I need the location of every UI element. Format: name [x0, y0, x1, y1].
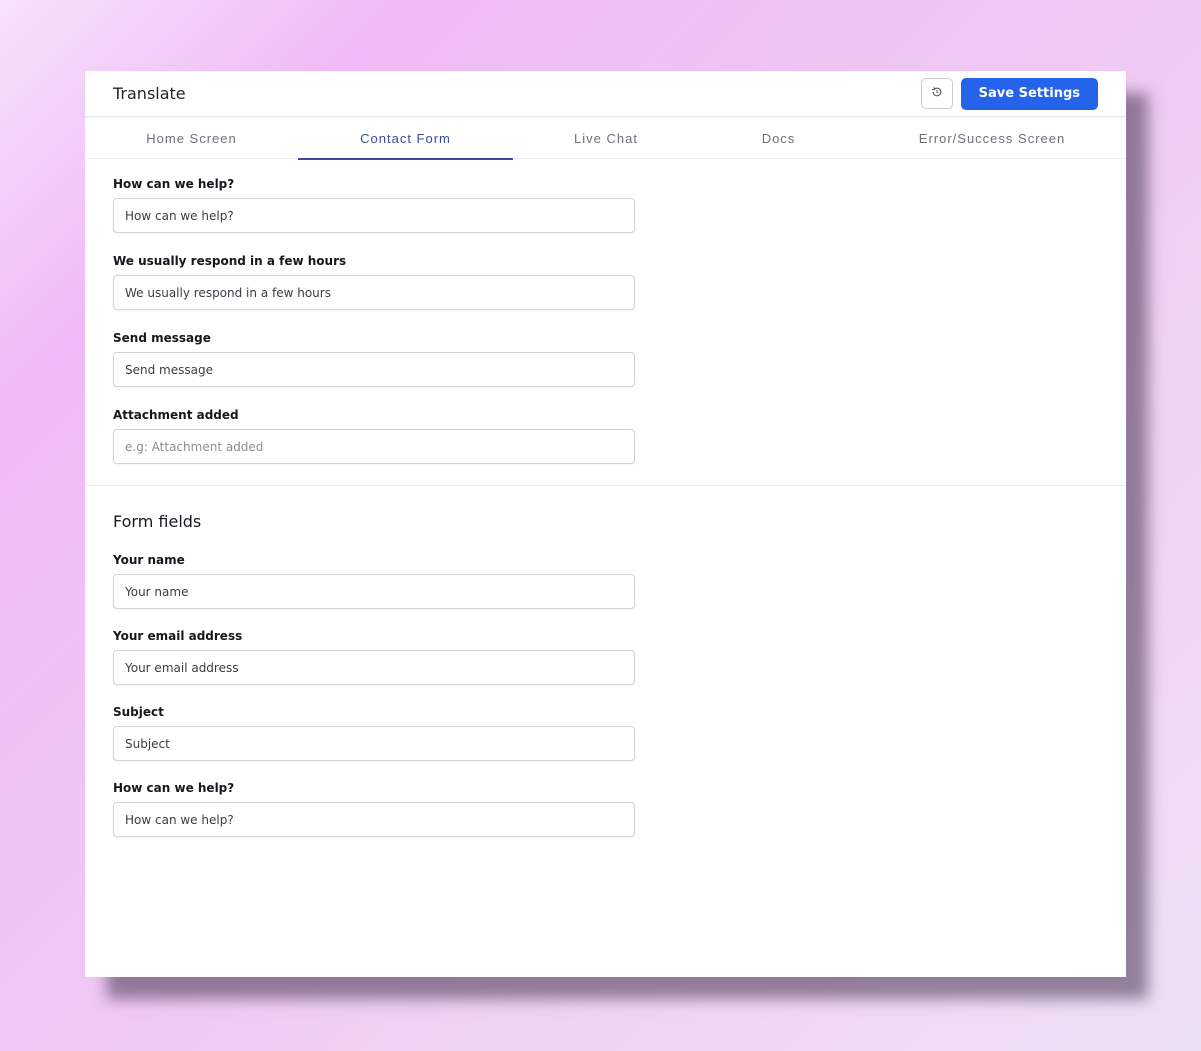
tab-contact-form[interactable]: Contact Form	[298, 117, 513, 160]
field-label: We usually respond in a few hours	[113, 254, 347, 268]
your-email-input[interactable]	[113, 650, 635, 685]
field-label: Send message	[113, 331, 211, 345]
save-settings-button[interactable]: Save Settings	[960, 77, 1098, 110]
tab-home-screen[interactable]: Home Screen	[85, 117, 298, 159]
send-message-input[interactable]	[113, 352, 635, 387]
field-respond-time: We usually respond in a few hours	[113, 254, 1098, 310]
contact-form-section: How can we help? We usually respond in a…	[85, 159, 1126, 464]
top-bar: Translate Save Settings	[85, 71, 1126, 117]
tab-live-chat[interactable]: Live Chat	[513, 117, 699, 159]
form-fields-title: Form fields	[113, 512, 202, 531]
field-label: Subject	[113, 705, 164, 719]
field-label: How can we help?	[113, 781, 235, 795]
tab-bar: Home Screen Contact Form Live Chat Docs …	[85, 117, 1126, 160]
field-label: Your email address	[113, 629, 243, 643]
page-title: Translate	[113, 84, 186, 103]
tab-docs[interactable]: Docs	[699, 117, 858, 159]
field-how-can-we-help-2: How can we help?	[113, 781, 1098, 837]
field-label: How can we help?	[113, 177, 235, 191]
reset-icon	[931, 86, 943, 101]
field-attachment-added: Attachment added	[113, 408, 1098, 464]
your-name-input[interactable]	[113, 574, 635, 609]
attachment-added-input[interactable]	[113, 429, 635, 464]
how-can-we-help-input-2[interactable]	[113, 802, 635, 837]
field-label: Attachment added	[113, 408, 239, 422]
field-label: Your name	[113, 553, 185, 567]
field-how-can-we-help: How can we help?	[113, 177, 1098, 233]
header-actions: Save Settings	[920, 77, 1098, 110]
tab-error-success-screen[interactable]: Error/Success Screen	[858, 117, 1126, 159]
reset-button[interactable]	[920, 78, 953, 109]
how-can-we-help-input[interactable]	[113, 198, 635, 233]
field-send-message: Send message	[113, 331, 1098, 387]
form-fields-section: Form fields Your name Your email address…	[85, 486, 1126, 837]
field-subject: Subject	[113, 705, 1098, 761]
field-your-email: Your email address	[113, 629, 1098, 685]
subject-input[interactable]	[113, 726, 635, 761]
settings-window: Translate Save Settings Home Screen Cont…	[85, 71, 1126, 977]
field-your-name: Your name	[113, 553, 1098, 609]
respond-time-input[interactable]	[113, 275, 635, 310]
